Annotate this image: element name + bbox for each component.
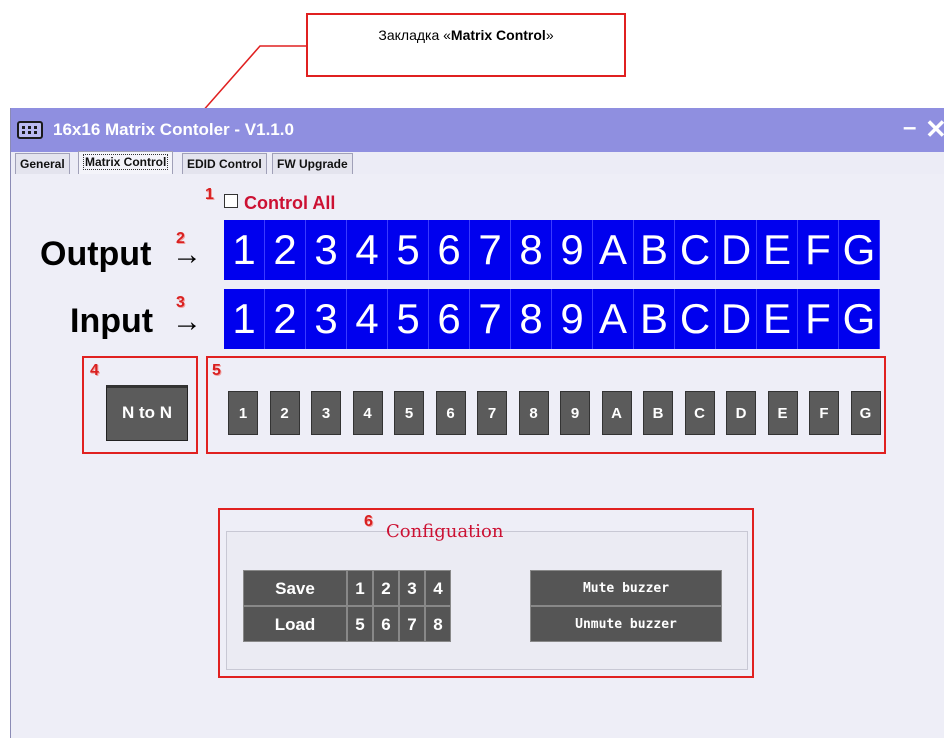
callout-prefix: Закладка «	[378, 27, 451, 43]
load-slot-7[interactable]: 7	[399, 606, 425, 642]
input-button-2[interactable]: 2	[269, 391, 300, 435]
output-channel-e[interactable]: E	[757, 220, 798, 280]
output-channel-8[interactable]: 8	[511, 220, 552, 280]
mute-buzzer-button[interactable]: Mute buzzer	[530, 570, 722, 606]
output-channel-a[interactable]: A	[593, 220, 634, 280]
load-button[interactable]: Load	[243, 606, 347, 642]
input-channel-4[interactable]: 4	[347, 289, 388, 349]
callout-suffix: »	[545, 27, 554, 43]
input-channel-1[interactable]: 1	[224, 289, 265, 349]
load-slot-6[interactable]: 6	[373, 606, 399, 642]
input-button-9[interactable]: 9	[560, 391, 590, 435]
save-button[interactable]: Save	[243, 570, 347, 606]
input-channel-3[interactable]: 3	[306, 289, 347, 349]
output-label: Output	[40, 235, 152, 273]
title-bar[interactable]: 16x16 Matrix Contoler - V1.1.0 – ✕	[11, 108, 944, 152]
output-channel-4[interactable]: 4	[347, 220, 388, 280]
matrix-app-icon	[17, 121, 43, 139]
input-channel-row: 123456789ABCDEFG	[224, 289, 880, 349]
input-channel-f[interactable]: F	[798, 289, 839, 349]
input-button-row: 123456789ABCDEFG	[228, 391, 892, 435]
input-button-e[interactable]: E	[767, 391, 798, 435]
control-all-label: Control All	[244, 193, 336, 213]
close-button[interactable]: ✕	[925, 114, 944, 145]
window-title: 16x16 Matrix Contoler - V1.1.0	[53, 120, 294, 139]
save-slot-2[interactable]: 2	[373, 570, 399, 606]
input-channel-c[interactable]: C	[675, 289, 716, 349]
control-all-checkbox[interactable]: Control All	[224, 193, 335, 214]
input-arrow: →	[172, 305, 202, 338]
output-channel-c[interactable]: C	[675, 220, 716, 280]
save-row: Save 1 2 3 4	[243, 570, 451, 606]
load-slot-5[interactable]: 5	[347, 606, 373, 642]
input-button-1[interactable]: 1	[228, 391, 258, 435]
tab-edid-control[interactable]: EDID Control	[182, 153, 267, 174]
input-button-d[interactable]: D	[726, 391, 756, 435]
input-button-4[interactable]: 4	[352, 391, 383, 435]
output-channel-3[interactable]: 3	[306, 220, 347, 280]
input-button-c[interactable]: C	[684, 391, 715, 435]
tab-general[interactable]: General	[15, 153, 70, 174]
callout-box: Закладка «Matrix Control»	[306, 13, 626, 77]
save-load-grid: Save 1 2 3 4 Load 5 6 7 8	[243, 570, 451, 642]
input-channel-d[interactable]: D	[716, 289, 757, 349]
input-button-b[interactable]: B	[643, 391, 673, 435]
input-channel-9[interactable]: 9	[552, 289, 593, 349]
input-label: Input	[70, 302, 154, 340]
input-channel-g[interactable]: G	[839, 289, 880, 349]
output-channel-5[interactable]: 5	[388, 220, 429, 280]
input-button-g[interactable]: G	[850, 391, 881, 435]
callout-bold: Matrix Control	[450, 27, 546, 43]
save-slot-3[interactable]: 3	[399, 570, 425, 606]
input-channel-5[interactable]: 5	[388, 289, 429, 349]
load-slot-8[interactable]: 8	[425, 606, 451, 642]
input-channel-8[interactable]: 8	[511, 289, 552, 349]
output-channel-6[interactable]: 6	[429, 220, 470, 280]
tab-matrix-control[interactable]: Matrix Control	[78, 151, 174, 175]
output-channel-g[interactable]: G	[839, 220, 880, 280]
output-channel-1[interactable]: 1	[224, 220, 265, 280]
output-channel-2[interactable]: 2	[265, 220, 306, 280]
save-slot-4[interactable]: 4	[425, 570, 451, 606]
output-channel-row: 123456789ABCDEFG	[224, 220, 880, 280]
input-button-6[interactable]: 6	[435, 391, 466, 435]
annotation-badge-1: 1	[205, 186, 214, 203]
input-button-a[interactable]: A	[601, 391, 632, 435]
input-button-8[interactable]: 8	[518, 391, 549, 435]
buzzer-controls: Mute buzzer Unmute buzzer	[530, 570, 722, 642]
minimize-button[interactable]: –	[903, 114, 916, 142]
load-row: Load 5 6 7 8	[243, 606, 451, 642]
input-channel-2[interactable]: 2	[265, 289, 306, 349]
output-arrow: →	[172, 238, 202, 271]
checkbox-box[interactable]	[224, 194, 238, 208]
unmute-buzzer-button[interactable]: Unmute buzzer	[530, 606, 722, 642]
output-channel-9[interactable]: 9	[552, 220, 593, 280]
n-to-n-button[interactable]: N to N	[106, 385, 188, 441]
input-channel-e[interactable]: E	[757, 289, 798, 349]
input-button-f[interactable]: F	[809, 391, 839, 435]
input-channel-b[interactable]: B	[634, 289, 675, 349]
input-channel-a[interactable]: A	[593, 289, 634, 349]
tab-fw-upgrade[interactable]: FW Upgrade	[272, 153, 353, 174]
output-channel-7[interactable]: 7	[470, 220, 511, 280]
configuration-title: Configuation	[386, 521, 504, 542]
output-channel-b[interactable]: B	[634, 220, 675, 280]
input-channel-7[interactable]: 7	[470, 289, 511, 349]
input-channel-6[interactable]: 6	[429, 289, 470, 349]
input-button-3[interactable]: 3	[311, 391, 341, 435]
input-button-5[interactable]: 5	[394, 391, 424, 435]
save-slot-1[interactable]: 1	[347, 570, 373, 606]
input-button-7[interactable]: 7	[477, 391, 507, 435]
output-channel-d[interactable]: D	[716, 220, 757, 280]
output-channel-f[interactable]: F	[798, 220, 839, 280]
